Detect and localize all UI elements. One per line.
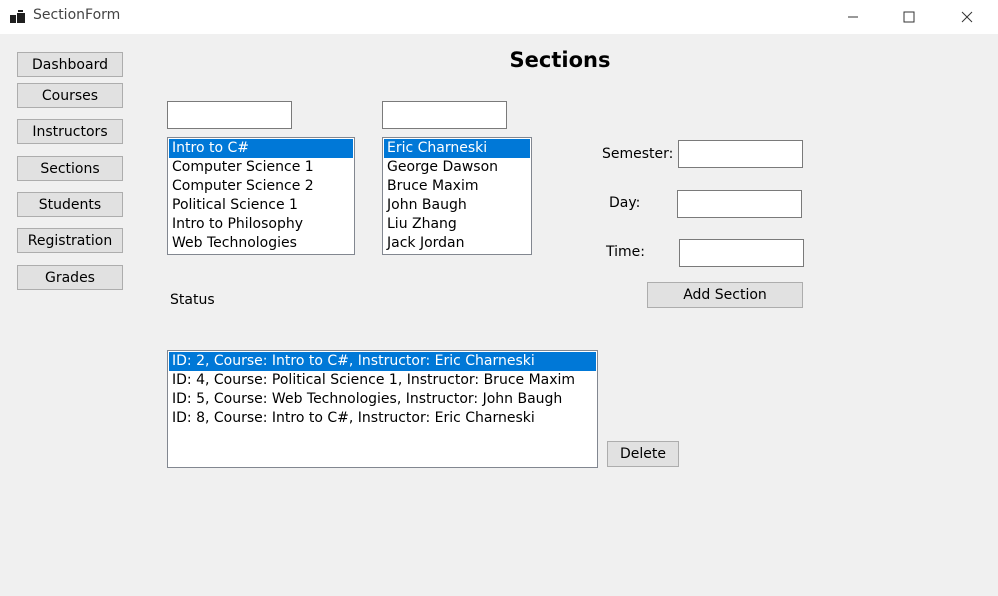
section-list-item[interactable]: ID: 4, Course: Political Science 1, Inst…: [169, 371, 596, 390]
app-icon: [10, 10, 26, 24]
close-button[interactable]: [944, 0, 990, 34]
instructor-list-item[interactable]: Eric Charneski: [384, 139, 530, 158]
instructor-filter-input[interactable]: [382, 101, 507, 129]
day-label: Day:: [609, 195, 641, 211]
maximize-icon: [903, 11, 915, 23]
instructor-list-item[interactable]: Jack Jordan: [384, 234, 530, 253]
semester-input[interactable]: [678, 140, 803, 168]
nav-sections-button[interactable]: Sections: [17, 156, 123, 181]
status-label: Status: [170, 292, 215, 308]
time-input[interactable]: [679, 239, 804, 267]
course-list-item[interactable]: Intro to Philosophy: [169, 215, 353, 234]
time-label: Time:: [606, 244, 645, 260]
course-list-item[interactable]: Computer Science 2: [169, 177, 353, 196]
section-list-item[interactable]: ID: 5, Course: Web Technologies, Instruc…: [169, 390, 596, 409]
maximize-button[interactable]: [886, 0, 932, 34]
course-list-item[interactable]: Computer Science 1: [169, 158, 353, 177]
window-title: SectionForm: [33, 7, 121, 23]
course-list-item[interactable]: Web Technologies: [169, 234, 353, 253]
sections-listbox[interactable]: ID: 2, Course: Intro to C#, Instructor: …: [167, 350, 598, 468]
instructor-list-item[interactable]: John Baugh: [384, 196, 530, 215]
close-icon: [961, 11, 973, 23]
form-client-area: Dashboard Courses Instructors Sections S…: [0, 34, 998, 596]
title-bar[interactable]: SectionForm: [0, 0, 998, 34]
nav-courses-button[interactable]: Courses: [17, 83, 123, 108]
semester-label: Semester:: [602, 146, 674, 162]
course-filter-input[interactable]: [167, 101, 292, 129]
page-title: Sections: [509, 48, 611, 72]
section-list-item[interactable]: ID: 2, Course: Intro to C#, Instructor: …: [169, 352, 596, 371]
day-input[interactable]: [677, 190, 802, 218]
course-list-item[interactable]: Political Science 1: [169, 196, 353, 215]
instructor-list-item[interactable]: Bruce Maxim: [384, 177, 530, 196]
nav-grades-button[interactable]: Grades: [17, 265, 123, 290]
delete-button[interactable]: Delete: [607, 441, 679, 467]
course-listbox[interactable]: Intro to C# Computer Science 1 Computer Sc…: [167, 137, 355, 255]
minimize-button[interactable]: [830, 0, 876, 34]
minimize-icon: [848, 16, 858, 18]
nav-dashboard-button[interactable]: Dashboard: [17, 52, 123, 77]
nav-registration-button[interactable]: Registration: [17, 228, 123, 253]
instructor-listbox[interactable]: Eric Charneski George Dawson Bruce Maxim Jo…: [382, 137, 532, 255]
nav-students-button[interactable]: Students: [17, 192, 123, 217]
instructor-list-item[interactable]: George Dawson: [384, 158, 530, 177]
instructor-list-item[interactable]: Liu Zhang: [384, 215, 530, 234]
nav-instructors-button[interactable]: Instructors: [17, 119, 123, 144]
add-section-button[interactable]: Add Section: [647, 282, 803, 308]
course-list-item[interactable]: Intro to C#: [169, 139, 353, 158]
section-list-item[interactable]: ID: 8, Course: Intro to C#, Instructor: …: [169, 409, 596, 428]
